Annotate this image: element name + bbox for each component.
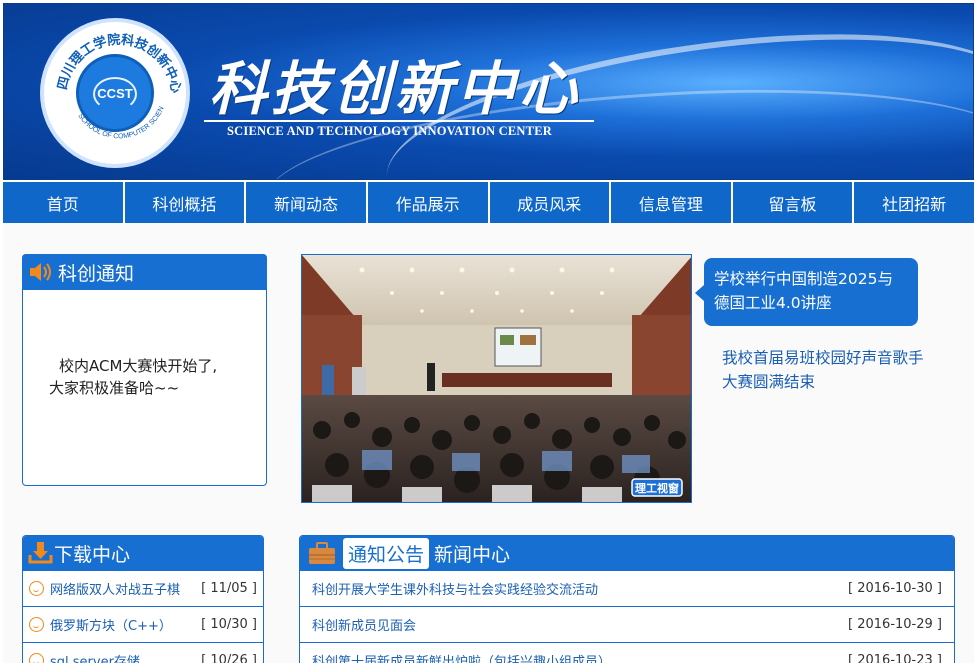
seal-text: CCST xyxy=(97,86,133,101)
news-list: 科创开展大学生课外科技与社会实践经验交流活动 [ 2016-10-30 ] 科创… xyxy=(300,571,954,663)
notice-line: 校内ACM大赛快开始了, xyxy=(59,357,218,375)
nav-item-info-management[interactable]: 信息管理 xyxy=(611,182,733,223)
download-item[interactable]: 网络版双人对战五子棋 [ 11/05 ] xyxy=(23,571,263,607)
notice-panel: 科创通知 校内ACM大赛快开始了, 大家积极准备哈~~ xyxy=(22,254,267,486)
download-item-title[interactable]: 俄罗斯方块（C++） xyxy=(50,615,195,634)
news-item[interactable]: 科创新成员见面会 [ 2016-10-29 ] xyxy=(300,607,954,643)
download-item[interactable]: 俄罗斯方块（C++） [ 10/30 ] xyxy=(23,607,263,643)
news-header: 通知公告 新闻中心 xyxy=(300,536,954,571)
smiley-icon xyxy=(29,653,44,663)
site-title-cn: 科技创新中心 xyxy=(209,55,582,123)
site-banner: 四川理工学院科技创新中心 SCHOOL OF COMPUTER SCIENCE … xyxy=(3,3,974,180)
download-item[interactable]: sql server存储 [ 10/26 ] xyxy=(23,643,263,663)
briefcase-icon xyxy=(309,542,335,564)
download-list: 网络版双人对战五子棋 [ 11/05 ] 俄罗斯方块（C++） [ 10/30 … xyxy=(23,571,263,663)
nav-item-news[interactable]: 新闻动态 xyxy=(246,182,368,223)
nav-item-works[interactable]: 作品展示 xyxy=(368,182,490,223)
download-header: 下载中心 xyxy=(23,536,263,571)
news-item-date: [ 2016-10-23 ] xyxy=(848,653,942,663)
site-title-en: SCIENCE AND TECHNOLOGY INNOVATION CENTER xyxy=(227,124,552,138)
news-item-title[interactable]: 科创开展大学生课外科技与社会实践经验交流活动 xyxy=(312,579,848,598)
smiley-icon xyxy=(29,581,44,596)
slide-caption[interactable]: 我校首届易班校园好声音歌手大赛圆满结束 xyxy=(722,346,932,394)
nav-item-recruitment[interactable]: 社团招新 xyxy=(854,182,974,223)
download-item-date: [ 10/26 ] xyxy=(201,653,257,663)
school-seal-logo: 四川理工学院科技创新中心 SCHOOL OF COMPUTER SCIENCE … xyxy=(40,18,190,168)
main-nav: 首页 科创概括 新闻动态 作品展示 成员风采 信息管理 留言板 社团招新 xyxy=(3,181,974,223)
news-item[interactable]: 科创开展大学生课外科技与社会实践经验交流活动 [ 2016-10-30 ] xyxy=(300,571,954,607)
notice-header: 科创通知 xyxy=(22,254,267,290)
download-panel: 下载中心 网络版双人对战五子棋 [ 11/05 ] 俄罗斯方块（C++） [ 1… xyxy=(22,535,264,663)
slideshow-image[interactable]: 理工视窗 xyxy=(301,254,692,503)
download-item-date: [ 11/05 ] xyxy=(201,581,257,596)
news-item-date: [ 2016-10-30 ] xyxy=(848,581,942,596)
photo-watermark: 理工视窗 xyxy=(635,481,679,495)
news-item[interactable]: 科创第十届新成员新鲜出炉啦（包括兴趣小组成员） [ 2016-10-23 ] xyxy=(300,643,954,663)
download-item-title[interactable]: 网络版双人对战五子棋 xyxy=(50,579,195,598)
notice-content: 校内ACM大赛快开始了, 大家积极准备哈~~ xyxy=(49,355,249,399)
nav-item-home[interactable]: 首页 xyxy=(3,182,125,223)
nav-item-members[interactable]: 成员风采 xyxy=(490,182,612,223)
smiley-icon xyxy=(29,617,44,632)
download-item-date: [ 10/30 ] xyxy=(201,617,257,632)
notice-title: 科创通知 xyxy=(58,262,135,285)
tab-announcements[interactable]: 通知公告 xyxy=(343,537,430,569)
news-item-date: [ 2016-10-29 ] xyxy=(848,617,942,632)
download-item-title[interactable]: sql server存储 xyxy=(50,651,195,663)
speaker-icon xyxy=(30,263,51,281)
lecture-hall-photo: 理工视窗 xyxy=(302,255,691,502)
download-tray-icon xyxy=(28,542,53,564)
nav-item-overview[interactable]: 科创概括 xyxy=(125,182,247,223)
nav-item-message-board[interactable]: 留言板 xyxy=(733,182,855,223)
news-panel: 通知公告 新闻中心 科创开展大学生课外科技与社会实践经验交流活动 [ 2016-… xyxy=(299,535,955,663)
seal-inner-circle: CCST xyxy=(76,54,154,132)
news-item-title[interactable]: 科创新成员见面会 xyxy=(312,615,848,634)
title-divider xyxy=(204,120,594,122)
slide-caption-active[interactable]: 学校举行中国制造2025与德国工业4.0讲座 xyxy=(695,258,918,326)
tab-news-center[interactable]: 新闻中心 xyxy=(434,540,510,567)
notice-line: 大家积极准备哈~~ xyxy=(49,379,180,397)
download-title: 下载中心 xyxy=(54,543,131,566)
news-item-title[interactable]: 科创第十届新成员新鲜出炉啦（包括兴趣小组成员） xyxy=(312,651,848,663)
